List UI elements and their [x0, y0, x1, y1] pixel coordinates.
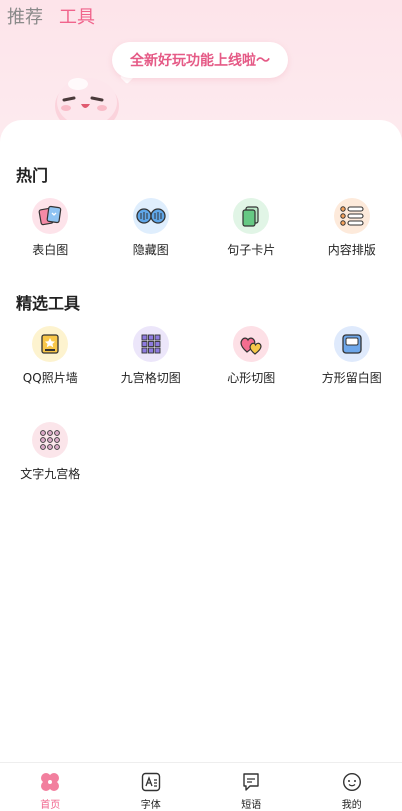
- tool-qq-photo-wall[interactable]: QQ照片墙: [0, 326, 101, 422]
- featured-tools-grid: QQ照片墙 九宫格切图 心形切图 方形留白图 文字九宫格: [0, 326, 402, 518]
- font-icon: [140, 771, 162, 793]
- bottom-nav: 首页 字体 短语 我的: [0, 762, 402, 811]
- tool-label: 方形留白图: [321, 371, 382, 385]
- top-tabs: 推荐 工具: [7, 6, 95, 31]
- grid-nine-icon: [132, 326, 169, 362]
- card-stack-icon: [233, 198, 270, 234]
- clover-icon: [39, 771, 61, 793]
- nav-font[interactable]: 字体: [101, 763, 202, 811]
- text-grid-icon: [32, 422, 69, 458]
- tool-label: 表白图: [32, 243, 69, 257]
- hot-tools-grid: 表白图 隐藏图 句子卡片 内容排版: [0, 198, 402, 294]
- binoculars-icon: [132, 198, 169, 234]
- nav-label: 我的: [341, 800, 362, 811]
- tool-heart-cut[interactable]: 心形切图: [201, 326, 302, 422]
- profile-icon: [341, 771, 363, 793]
- tool-label: 心形切图: [227, 371, 276, 385]
- nav-home[interactable]: 首页: [0, 763, 101, 811]
- hearts-icon: [233, 326, 270, 362]
- tool-confession-image[interactable]: 表白图: [0, 198, 101, 294]
- nav-profile[interactable]: 我的: [302, 763, 402, 811]
- nav-label: 首页: [40, 800, 61, 811]
- tab-tools-label: 工具: [59, 7, 95, 28]
- tool-sentence-card[interactable]: 句子卡片: [201, 198, 302, 294]
- tool-label: 文字九宫格: [20, 467, 81, 481]
- square-frame-icon: [333, 326, 370, 362]
- tool-label: 隐藏图: [132, 243, 169, 257]
- tool-content-layout[interactable]: 内容排版: [302, 198, 402, 294]
- section-title-hot: 热门: [16, 166, 49, 185]
- phrase-icon: [240, 771, 262, 793]
- tool-square-blank[interactable]: 方形留白图: [302, 326, 402, 422]
- photo-wall-icon: [32, 326, 69, 362]
- section-title-featured: 精选工具: [16, 294, 81, 313]
- list-layout-icon: [333, 198, 370, 234]
- tool-hidden-image[interactable]: 隐藏图: [101, 198, 202, 294]
- tab-recommend-label: 推荐: [7, 7, 43, 28]
- tools-card: 热门 表白图 隐藏图 句子卡片 内容排版 精选工具 QQ照片墙 九宫格切图 心形…: [0, 120, 402, 762]
- nav-label: 短语: [241, 800, 262, 811]
- photo-cards-icon: [32, 198, 69, 234]
- tool-label: 九宫格切图: [120, 371, 181, 385]
- announcement-text: 全新好玩功能上线啦～: [130, 53, 270, 69]
- nav-phrase[interactable]: 短语: [201, 763, 302, 811]
- tab-recommend[interactable]: 推荐: [7, 6, 43, 30]
- announcement-bubble[interactable]: 全新好玩功能上线啦～: [112, 42, 288, 78]
- tool-label: QQ照片墙: [22, 371, 78, 385]
- nav-label: 字体: [140, 800, 161, 811]
- tool-text-nine-grid[interactable]: 文字九宫格: [0, 422, 101, 518]
- tool-label: 内容排版: [327, 243, 376, 257]
- tool-label: 句子卡片: [227, 243, 276, 257]
- tool-nine-grid-cut[interactable]: 九宫格切图: [101, 326, 202, 422]
- tab-tools[interactable]: 工具: [59, 6, 95, 31]
